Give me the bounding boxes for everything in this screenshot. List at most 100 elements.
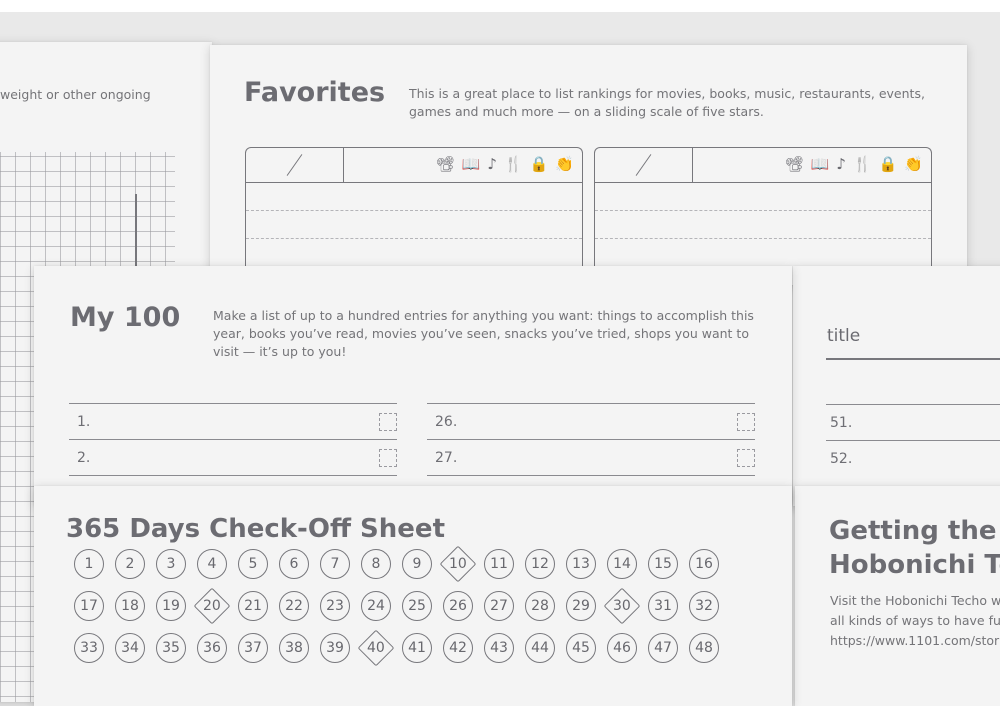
day-circle[interactable]: 16 (689, 549, 719, 579)
day-circle[interactable]: 6 (279, 549, 309, 579)
day-circle[interactable]: 33 (74, 633, 104, 663)
day-circle[interactable]: 36 (197, 633, 227, 663)
day-circle[interactable]: 38 (279, 633, 309, 663)
grid-marker-line (135, 194, 137, 266)
day-number: 39 (326, 640, 344, 656)
movie-camera-icon[interactable]: 📽 (785, 155, 804, 173)
day-circle[interactable]: 19 (156, 591, 186, 621)
day-circle[interactable]: 41 (402, 633, 432, 663)
getting-title-line1: Getting the M (829, 516, 1000, 546)
day-circle[interactable]: 34 (115, 633, 145, 663)
day-circle[interactable]: 28 (525, 591, 555, 621)
day-number: 23 (326, 598, 344, 614)
fork-knife-icon[interactable]: 🍴 (504, 155, 523, 173)
day-circle[interactable]: 11 (484, 549, 514, 579)
clapping-hands-icon[interactable]: 👏 (904, 155, 923, 173)
row-checkbox[interactable] (379, 413, 397, 431)
day-diamond[interactable]: 10 (439, 545, 477, 583)
day-circle[interactable]: 23 (320, 591, 350, 621)
day-circle[interactable]: 44 (525, 633, 555, 663)
day-diamond[interactable]: 30 (603, 587, 641, 625)
book-icon[interactable]: 📖 (462, 155, 481, 173)
day-circle[interactable]: 9 (402, 549, 432, 579)
list-row[interactable]: 52. (826, 440, 1000, 477)
day-circle[interactable]: 32 (689, 591, 719, 621)
day-circle[interactable]: 39 (320, 633, 350, 663)
list-row[interactable]: 51. (826, 404, 1000, 441)
day-circle[interactable]: 26 (443, 591, 473, 621)
day-circle[interactable]: 29 (566, 591, 596, 621)
day-circle[interactable]: 2 (115, 549, 145, 579)
getting-started-page: Getting the M Hobonichi Te Visit the Hob… (795, 486, 1000, 706)
row-checkbox[interactable] (379, 449, 397, 467)
day-circle[interactable]: 21 (238, 591, 268, 621)
day-circle[interactable]: 13 (566, 549, 596, 579)
day-circle[interactable]: 15 (648, 549, 678, 579)
day-diamond[interactable]: 40 (357, 629, 395, 667)
day-diamond[interactable]: 20 (193, 587, 231, 625)
row-number: 2. (77, 450, 91, 466)
day-number: 34 (121, 640, 139, 656)
day-circle[interactable]: 47 (648, 633, 678, 663)
day-circle[interactable]: 12 (525, 549, 555, 579)
book-icon[interactable]: 📖 (811, 155, 830, 173)
day-number: 21 (244, 598, 262, 614)
header-divider (343, 148, 344, 182)
day-number: 14 (613, 556, 631, 572)
day-circle[interactable]: 8 (361, 549, 391, 579)
getting-url-link[interactable]: https://www.1101.com/stor (830, 632, 999, 650)
day-circle[interactable]: 14 (607, 549, 637, 579)
day-circle[interactable]: 24 (361, 591, 391, 621)
day-number: 11 (490, 556, 508, 572)
day-circle[interactable]: 18 (115, 591, 145, 621)
day-number: 41 (408, 640, 426, 656)
getting-text-line2: all kinds of ways to have fun (830, 613, 1000, 628)
day-circle[interactable]: 45 (566, 633, 596, 663)
day-number: 20 (203, 597, 221, 614)
day-number: 33 (80, 640, 98, 656)
day-circle[interactable]: 37 (238, 633, 268, 663)
day-circle[interactable]: 27 (484, 591, 514, 621)
day-number: 5 (248, 556, 258, 572)
list-row[interactable]: 26. (427, 403, 755, 440)
title-underline (826, 358, 1000, 360)
dashed-line (246, 210, 582, 211)
day-number: 48 (695, 640, 713, 656)
list-row[interactable]: 2. (69, 439, 397, 476)
day-number: 37 (244, 640, 262, 656)
list-row[interactable]: 1. (69, 403, 397, 440)
day-circle[interactable]: 1 (74, 549, 104, 579)
day-circle[interactable]: 17 (74, 591, 104, 621)
day-circle[interactable]: 7 (320, 549, 350, 579)
day-circle[interactable]: 46 (607, 633, 637, 663)
day-circle[interactable]: 43 (484, 633, 514, 663)
day-number: 19 (162, 598, 180, 614)
category-icons: 📽 📖 ♪ 🍴 🔒 👏 (436, 155, 574, 173)
day-number: 15 (654, 556, 672, 572)
day-number: 29 (572, 598, 590, 614)
music-note-icon[interactable]: ♪ (836, 155, 846, 173)
day-circle[interactable]: 35 (156, 633, 186, 663)
my100-description: Make a list of up to a hundred entries f… (213, 308, 754, 359)
music-note-icon[interactable]: ♪ (487, 155, 497, 173)
getting-text-line1: Visit the Hobonichi Techo w (830, 593, 1000, 608)
day-circle[interactable]: 48 (689, 633, 719, 663)
row-checkbox[interactable] (737, 449, 755, 467)
day-circle[interactable]: 31 (648, 591, 678, 621)
bag-icon[interactable]: 🔒 (879, 155, 898, 173)
dashed-line (595, 238, 931, 239)
my100-title: My 100 (70, 302, 181, 333)
day-circle[interactable]: 3 (156, 549, 186, 579)
fork-knife-icon[interactable]: 🍴 (853, 155, 872, 173)
row-checkbox[interactable] (737, 413, 755, 431)
movie-camera-icon[interactable]: 📽 (436, 155, 455, 173)
bag-icon[interactable]: 🔒 (530, 155, 549, 173)
day-circle[interactable]: 25 (402, 591, 432, 621)
clapping-hands-icon[interactable]: 👏 (555, 155, 574, 173)
day-circle[interactable]: 42 (443, 633, 473, 663)
day-number: 17 (80, 598, 98, 614)
day-circle[interactable]: 22 (279, 591, 309, 621)
day-circle[interactable]: 4 (197, 549, 227, 579)
day-circle[interactable]: 5 (238, 549, 268, 579)
list-row[interactable]: 27. (427, 439, 755, 476)
